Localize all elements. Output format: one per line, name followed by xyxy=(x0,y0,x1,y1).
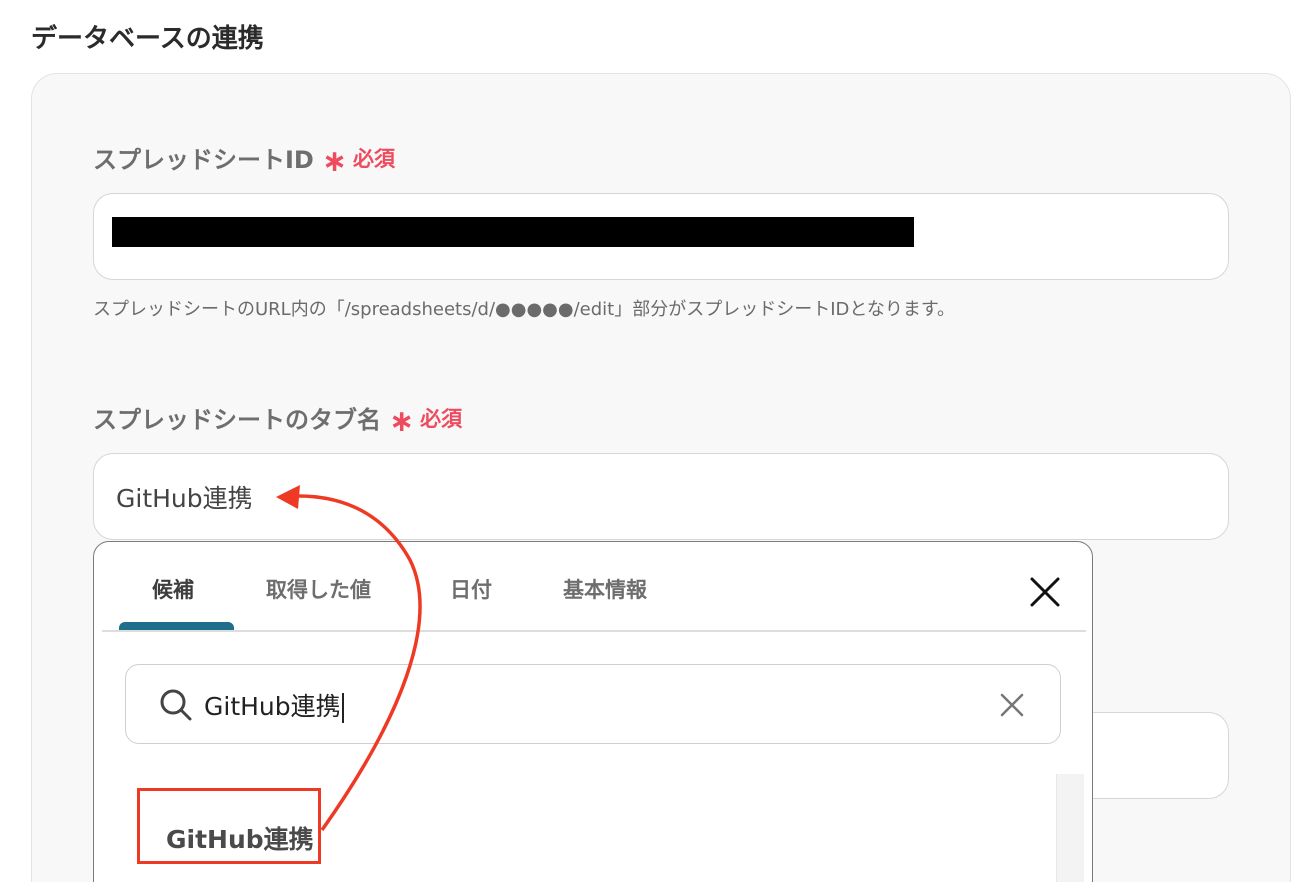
tab-name-input[interactable]: GitHub連携 xyxy=(93,453,1229,540)
tab-name-label-text: スプレッドシートのタブ名 xyxy=(93,406,381,434)
spreadsheet-id-hint: スプレッドシートのURL内の「/spreadsheets/d/●●●●●/edi… xyxy=(93,299,956,320)
required-text: 必須 xyxy=(420,406,463,431)
tab-basic-info[interactable]: 基本情報 xyxy=(563,574,647,604)
tab-name-label: スプレッドシートのタブ名 ∗ 必須 xyxy=(93,400,463,439)
text-caret xyxy=(341,693,344,723)
search-field[interactable]: GitHub連携 xyxy=(125,664,1061,744)
search-icon xyxy=(158,687,194,723)
redacted-value xyxy=(112,217,914,247)
picker-tabs: 候補 取得した値 日付 基本情報 xyxy=(94,542,1092,632)
annotation-highlight-box xyxy=(137,788,321,864)
scrollbar[interactable] xyxy=(1056,774,1084,882)
search-input[interactable]: GitHub連携 xyxy=(204,687,344,723)
tab-name-value: GitHub連携 xyxy=(116,483,253,513)
spreadsheet-id-label: スプレッドシートID ∗ 必須 xyxy=(93,140,395,179)
clear-icon[interactable] xyxy=(998,691,1026,719)
search-value: GitHub連携 xyxy=(204,692,341,721)
tab-retrieved-values[interactable]: 取得した値 xyxy=(266,574,371,604)
next-field-input[interactable] xyxy=(1088,712,1229,799)
spreadsheet-id-label-text: スプレッドシートID xyxy=(93,146,314,174)
tab-candidates[interactable]: 候補 xyxy=(152,574,194,604)
tab-date[interactable]: 日付 xyxy=(450,574,492,604)
required-mark: ∗ xyxy=(321,143,347,179)
close-icon[interactable] xyxy=(1027,574,1063,610)
required-text: 必須 xyxy=(353,146,395,171)
section-title: データベースの連携 xyxy=(31,24,264,54)
tab-divider xyxy=(102,630,1086,632)
required-mark: ∗ xyxy=(389,403,415,439)
